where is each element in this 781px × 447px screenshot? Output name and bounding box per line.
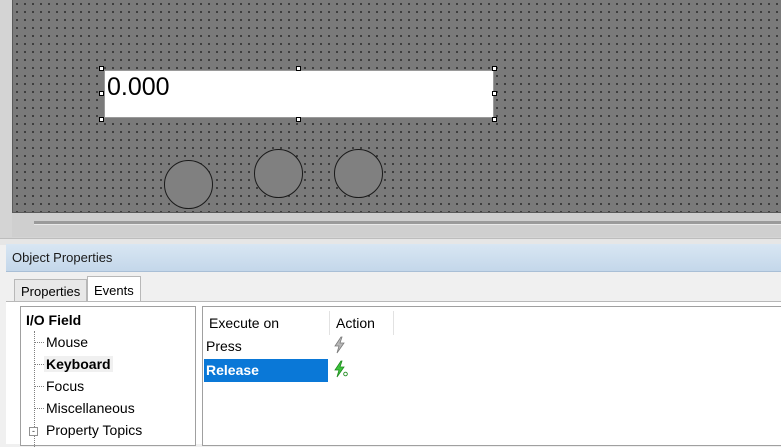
lightning-green-icon[interactable] [331, 360, 349, 378]
resize-handle-bottom[interactable] [296, 117, 301, 122]
event-row-press[interactable]: Press [204, 335, 328, 358]
collapse-icon[interactable]: - [29, 427, 38, 436]
tree-item-keyboard[interactable]: Keyboard [44, 356, 113, 372]
tree-connector [35, 386, 44, 387]
event-tree[interactable]: I/O Field Mouse Keyboard Focus Miscellan… [20, 306, 196, 447]
scrollbar-track[interactable] [34, 221, 781, 225]
column-header-action[interactable]: Action [330, 311, 394, 335]
resize-handle-left[interactable] [99, 91, 104, 96]
object-properties-header: Object Properties [6, 244, 781, 272]
circle-button-3[interactable] [334, 149, 383, 198]
tab-events[interactable]: Events [87, 276, 141, 303]
resize-handle-right[interactable] [492, 91, 497, 96]
screen-editor: 0.000 [0, 0, 781, 238]
resize-handle-bottom-right[interactable] [492, 117, 497, 122]
panel-title: Object Properties [12, 250, 113, 265]
column-header-execute-on[interactable]: Execute on [203, 311, 330, 335]
tree-connector [35, 408, 44, 409]
io-field-value: 0.000 [107, 73, 170, 101]
events-grid[interactable]: Execute on Action Press Release [202, 306, 781, 446]
events-panel: I/O Field Mouse Keyboard Focus Miscellan… [6, 301, 781, 447]
resize-handle-bottom-left[interactable] [99, 117, 104, 122]
design-canvas[interactable]: 0.000 [12, 0, 781, 213]
resize-handle-top-right[interactable] [492, 66, 497, 71]
tab-properties[interactable]: Properties [14, 279, 88, 302]
event-row-release[interactable]: Release [204, 359, 328, 382]
tree-item-focus[interactable]: Focus [46, 378, 84, 394]
tree-item-property-topics[interactable]: Property Topics [46, 422, 142, 438]
horizontal-scrollbar[interactable] [12, 213, 781, 237]
circle-button-1[interactable] [164, 160, 213, 209]
lightning-gray-icon[interactable] [331, 336, 349, 354]
io-field[interactable]: 0.000 [104, 70, 494, 118]
properties-tabs: Properties Events [6, 272, 781, 303]
circle-button-2[interactable] [254, 149, 303, 198]
tree-item-miscellaneous[interactable]: Miscellaneous [46, 400, 135, 416]
tree-connector [35, 364, 44, 365]
tree-item-mouse[interactable]: Mouse [46, 334, 88, 350]
resize-handle-top-left[interactable] [99, 66, 104, 71]
tree-root-io-field[interactable]: I/O Field [26, 312, 81, 328]
tree-connector [35, 342, 44, 343]
resize-handle-top[interactable] [296, 66, 301, 71]
